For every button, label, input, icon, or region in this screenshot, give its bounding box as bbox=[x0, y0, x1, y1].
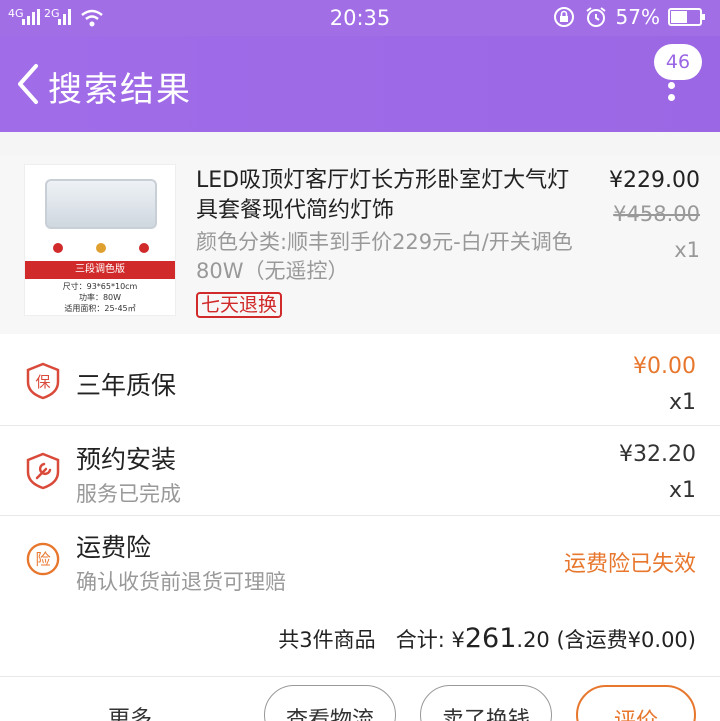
service-label: 预约安装 bbox=[76, 445, 177, 474]
service-qty: x1 bbox=[668, 478, 696, 503]
view-logistics-button[interactable]: 查看物流 bbox=[264, 685, 396, 721]
action-bar: 更多 查看物流 卖了换钱 评价 bbox=[0, 677, 720, 721]
insurance-status: 运费险已失效 bbox=[563, 552, 696, 577]
back-icon[interactable] bbox=[12, 62, 44, 106]
service-row-install[interactable]: 预约安装 服务已完成 ¥32.20 x1 bbox=[0, 426, 720, 516]
sell-button[interactable]: 卖了换钱 bbox=[420, 685, 552, 721]
more-menu-icon[interactable] bbox=[668, 82, 676, 106]
rotation-lock-icon bbox=[553, 7, 574, 27]
product-image[interactable]: 三段调色版 尺寸：93*65*10cm 功率：80W 适用面积：25-45㎡ bbox=[24, 164, 176, 316]
item-count: 共3件商品 bbox=[278, 628, 376, 652]
color-dots bbox=[53, 243, 149, 253]
total-label: 合计: bbox=[395, 628, 445, 652]
status-bar: 4G 2G 20:35 57% bbox=[0, 0, 720, 36]
service-qty: x1 bbox=[668, 390, 696, 415]
total-decimal: .20 bbox=[516, 628, 550, 652]
review-button[interactable]: 评价 bbox=[576, 685, 696, 721]
battery-percent: 57% bbox=[615, 5, 660, 29]
more-button[interactable]: 更多 bbox=[108, 701, 152, 721]
product-title[interactable]: LED吸顶灯客厅灯长方形卧室灯大气灯具套餐现代简约灯饰 bbox=[196, 166, 576, 226]
lamp-graphic bbox=[45, 179, 157, 229]
service-row-insurance[interactable]: 险 运费险 确认收货前退货可理赔 运费险已失效 bbox=[0, 516, 720, 604]
shipping-note: (含运费¥0.00) bbox=[556, 628, 696, 652]
svg-text:险: 险 bbox=[35, 551, 50, 569]
image-banner: 三段调色版 bbox=[25, 261, 175, 279]
product-qty: x1 bbox=[674, 238, 700, 262]
service-row-warranty[interactable]: 保 三年质保 ¥0.00 x1 bbox=[0, 334, 720, 426]
nav-bar: 搜索结果 46 bbox=[0, 36, 720, 132]
service-price: ¥32.20 bbox=[619, 442, 696, 467]
total-integer: 261 bbox=[464, 623, 517, 654]
status-right: 57% bbox=[552, 5, 705, 29]
currency-symbol: ¥ bbox=[451, 628, 465, 652]
order-summary: 共3件商品 合计: ¥261.20 (含运费¥0.00) bbox=[0, 603, 720, 677]
message-count-badge[interactable]: 46 bbox=[654, 44, 702, 80]
service-label: 运费险 bbox=[76, 533, 152, 562]
service-price: ¥0.00 bbox=[633, 354, 696, 379]
summary-text: 共3件商品 合计: ¥261.20 (含运费¥0.00) bbox=[278, 623, 696, 654]
image-specs: 尺寸：93*65*10cm 功率：80W 适用面积：25-45㎡ bbox=[62, 282, 138, 313]
warranty-icon: 保 bbox=[26, 362, 60, 400]
service-description: 确认收货前退货可理赔 bbox=[76, 570, 286, 594]
product-price: ¥229.00 bbox=[609, 168, 700, 193]
original-price: ¥458.00 bbox=[613, 202, 700, 226]
product-sku: 颜色分类:顺丰到手价229元-白/开关调色80W（无遥控） bbox=[196, 230, 573, 283]
svg-text:保: 保 bbox=[35, 373, 50, 391]
return-policy-tag: 七天退换 bbox=[196, 292, 283, 318]
install-icon bbox=[26, 452, 60, 490]
service-status: 服务已完成 bbox=[76, 482, 181, 506]
alarm-icon bbox=[585, 7, 606, 27]
service-label: 三年质保 bbox=[76, 371, 177, 400]
page-title: 搜索结果 bbox=[48, 70, 192, 110]
battery-icon bbox=[668, 8, 705, 26]
insurance-icon: 险 bbox=[26, 542, 60, 576]
